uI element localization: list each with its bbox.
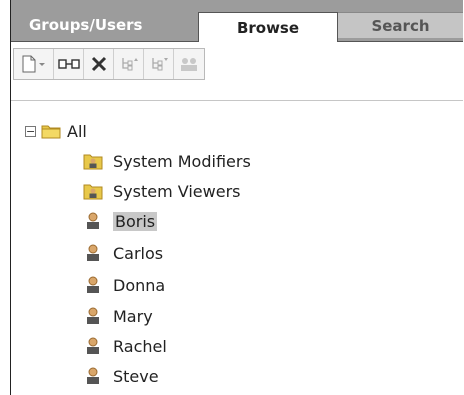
tree-node-group[interactable]: System Modifiers [83, 148, 251, 174]
toolbar-divider [11, 100, 463, 101]
delete-icon [91, 56, 106, 72]
move-up-button[interactable] [114, 49, 144, 79]
group-folder-icon [83, 182, 103, 200]
tab-bar: Groups/Users Browse Search [11, 0, 463, 46]
tab-search[interactable]: Search [338, 12, 463, 38]
tree-node-user[interactable]: Steve [83, 363, 159, 389]
groups-users-panel: Groups/Users Browse Search − All System … [10, 0, 463, 395]
tab-browse[interactable]: Browse [198, 12, 338, 42]
user-icon [83, 337, 103, 355]
user-icon [83, 276, 103, 294]
folder-icon [41, 122, 61, 140]
tab-groups-users[interactable]: Groups/Users [13, 12, 193, 38]
tree-node-label: Boris [113, 211, 158, 231]
users-button[interactable] [174, 49, 204, 79]
delete-button[interactable] [84, 49, 114, 79]
tree-node-label: Donna [113, 275, 166, 295]
user-icon [83, 212, 103, 230]
tree-node-label: System Viewers [113, 181, 241, 201]
toolbar [11, 42, 463, 100]
tree-node-user[interactable]: Rachel [83, 333, 167, 359]
move-down-icon [151, 58, 168, 71]
user-icon [83, 244, 103, 262]
move-down-button[interactable] [144, 49, 174, 79]
users-icon [181, 58, 197, 71]
move-up-icon [121, 58, 138, 71]
tree-node-user[interactable]: Mary [83, 303, 153, 329]
tree-node-label: Rachel [113, 336, 167, 356]
user-icon [83, 307, 103, 325]
tree-node-user[interactable]: Boris [83, 208, 158, 234]
tree-node-user[interactable]: Donna [83, 272, 165, 298]
new-document-icon [22, 55, 45, 73]
tree-node-label: Mary [113, 306, 153, 326]
tree-node-label: Steve [113, 366, 159, 386]
tree-node-user[interactable]: Carlos [83, 240, 163, 266]
tree-node-label: Carlos [113, 243, 164, 263]
link-icon [57, 59, 80, 69]
group-folder-icon [83, 152, 103, 170]
tree-node-label: System Modifiers [113, 151, 251, 171]
collapse-toggle[interactable]: − [25, 126, 36, 137]
new-button[interactable] [14, 49, 54, 79]
toolbar-button-group [13, 48, 205, 80]
link-button[interactable] [54, 49, 84, 79]
tree-node-label: All [67, 121, 87, 141]
chevron-down-icon [38, 63, 45, 66]
user-icon [83, 367, 103, 385]
tree-node-group[interactable]: System Viewers [83, 178, 240, 204]
tree-node-all[interactable]: All [41, 118, 87, 144]
